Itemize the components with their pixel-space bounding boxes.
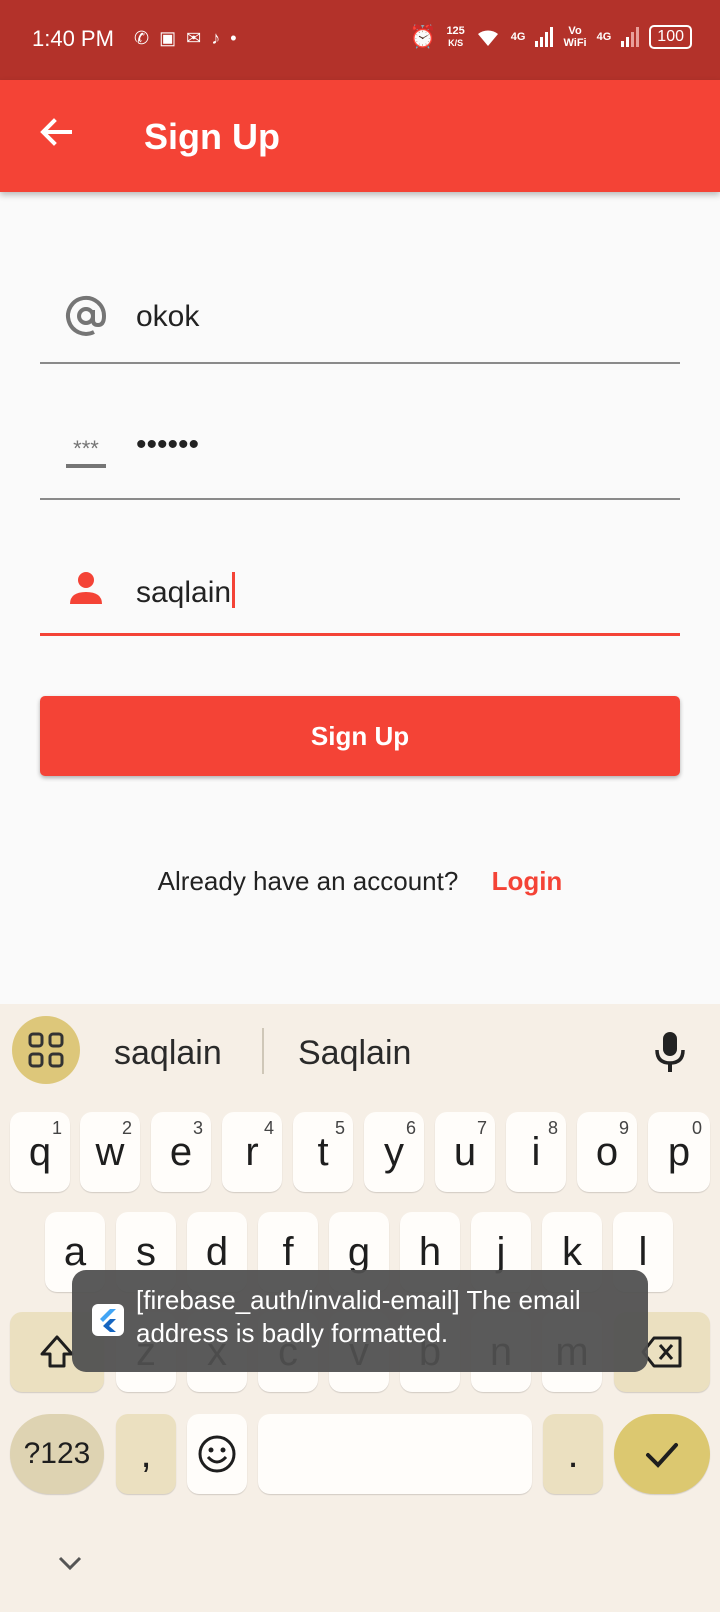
notification-icons: ✆ ▣ ✉ ♪ • (134, 26, 237, 50)
sign-up-button[interactable]: Sign Up (40, 696, 680, 776)
error-toast: [firebase_auth/invalid-email] The email … (72, 1270, 648, 1372)
key-label: u (453, 1129, 477, 1174)
password-field[interactable]: *** •••••• (40, 388, 680, 500)
key-i[interactable]: i8 (506, 1112, 566, 1192)
signal-icon (535, 27, 554, 47)
wifi-icon (477, 30, 498, 46)
key-hint: 9 (618, 1118, 629, 1138)
svg-text:***: *** (73, 436, 99, 461)
suggestion-2[interactable]: Saqlain (298, 1034, 411, 1073)
key-hint: 6 (405, 1118, 416, 1138)
net-speed: 125 K/S (446, 25, 464, 49)
key-label: o (595, 1129, 619, 1174)
toast-message: [firebase_auth/invalid-email] The email … (136, 1285, 581, 1348)
key-q[interactable]: q1 (10, 1112, 70, 1192)
volte-label: Vo WiFi (563, 25, 586, 49)
back-arrow-icon[interactable] (38, 114, 74, 150)
emoji-icon (198, 1435, 236, 1473)
key-label: e (169, 1129, 193, 1174)
key-label: q (28, 1129, 52, 1174)
name-value: saqlain (136, 572, 236, 610)
text-cursor (232, 572, 236, 608)
key-label: w (95, 1129, 125, 1174)
comma-key[interactable]: , (116, 1414, 176, 1494)
key-hint: 2 (121, 1118, 132, 1138)
key-label: r (245, 1129, 259, 1174)
net-speed-value: 125 (446, 25, 465, 37)
checkmark-icon (646, 1443, 678, 1468)
microphone-icon[interactable] (652, 1030, 688, 1074)
more-notifications-icon: • (230, 28, 237, 48)
volte-top: Vo (568, 25, 582, 37)
battery-icon: 100 (649, 25, 692, 49)
page-title: Sign Up (144, 116, 280, 157)
key-w[interactable]: w2 (80, 1112, 140, 1192)
flutter-logo-icon (92, 1304, 124, 1336)
suggestion-1[interactable]: saqlain (114, 1034, 222, 1073)
at-sign-icon (66, 295, 107, 336)
status-time: 1:40 PM (32, 26, 114, 51)
emoji-key[interactable] (187, 1414, 247, 1494)
shift-icon (40, 1335, 74, 1368)
signal-type-label-2: 4G (596, 31, 612, 43)
key-label: t (317, 1129, 329, 1174)
key-o[interactable]: o9 (577, 1112, 637, 1192)
key-label: y (384, 1129, 404, 1174)
grid-icon (28, 1032, 64, 1068)
key-hint: 8 (547, 1118, 558, 1138)
suggestion-strip: saqlain Saqlain (0, 1004, 720, 1100)
key-u[interactable]: u7 (435, 1112, 495, 1192)
whatsapp-icon: ✆ (134, 28, 150, 48)
key-r[interactable]: r4 (222, 1112, 282, 1192)
system-icons: ⏰ 125 K/S 4G Vo WiFi 4G 100 (409, 24, 692, 50)
apps-grid-button[interactable] (12, 1016, 80, 1084)
alarm-icon: ⏰ (409, 24, 437, 49)
person-icon (70, 572, 102, 604)
symbols-key[interactable]: ?123 (10, 1414, 104, 1494)
sim-card-icon: ▣ (159, 28, 177, 48)
volte-bottom: WiFi (563, 37, 587, 49)
key-hint: 3 (192, 1118, 203, 1138)
suggestion-divider (262, 1028, 264, 1074)
enter-key[interactable] (614, 1414, 710, 1494)
app-notification-icon: ♪ (211, 28, 221, 48)
login-question: Already have an account? (157, 866, 459, 896)
key-label: i (531, 1129, 541, 1174)
space-key[interactable] (258, 1414, 532, 1494)
app-bar: Sign Up (0, 80, 720, 192)
net-speed-unit: K/S (448, 38, 464, 48)
key-hint: 4 (263, 1118, 274, 1138)
key-y[interactable]: y6 (364, 1112, 424, 1192)
login-link[interactable]: Login (492, 866, 563, 896)
key-p[interactable]: p0 (648, 1112, 710, 1192)
key-hint: 1 (51, 1118, 62, 1138)
login-prompt: Already have an account? Login (0, 866, 720, 897)
period-key[interactable]: . (543, 1414, 603, 1494)
password-value: •••••• (136, 428, 200, 461)
hide-keyboard-chevron-icon[interactable] (54, 1552, 86, 1576)
email-value: okok (136, 300, 200, 333)
key-hint: 5 (334, 1118, 345, 1138)
key-label: p (667, 1129, 691, 1174)
signal-type-label: 4G (510, 31, 526, 43)
name-text: saqlain (136, 576, 232, 609)
status-bar: 1:40 PM ✆ ▣ ✉ ♪ • ⏰ 125 K/S 4G Vo WiFi 4… (0, 0, 720, 80)
key-hint: 0 (691, 1118, 702, 1138)
key-hint: 7 (476, 1118, 487, 1138)
signal-icon-2 (621, 27, 640, 47)
email-field[interactable]: okok (40, 252, 680, 364)
name-field[interactable]: saqlain (40, 524, 680, 636)
key-e[interactable]: e3 (151, 1112, 211, 1192)
key-t[interactable]: t5 (293, 1112, 353, 1192)
gmail-icon: ✉ (186, 28, 202, 48)
password-icon: *** (66, 436, 106, 468)
